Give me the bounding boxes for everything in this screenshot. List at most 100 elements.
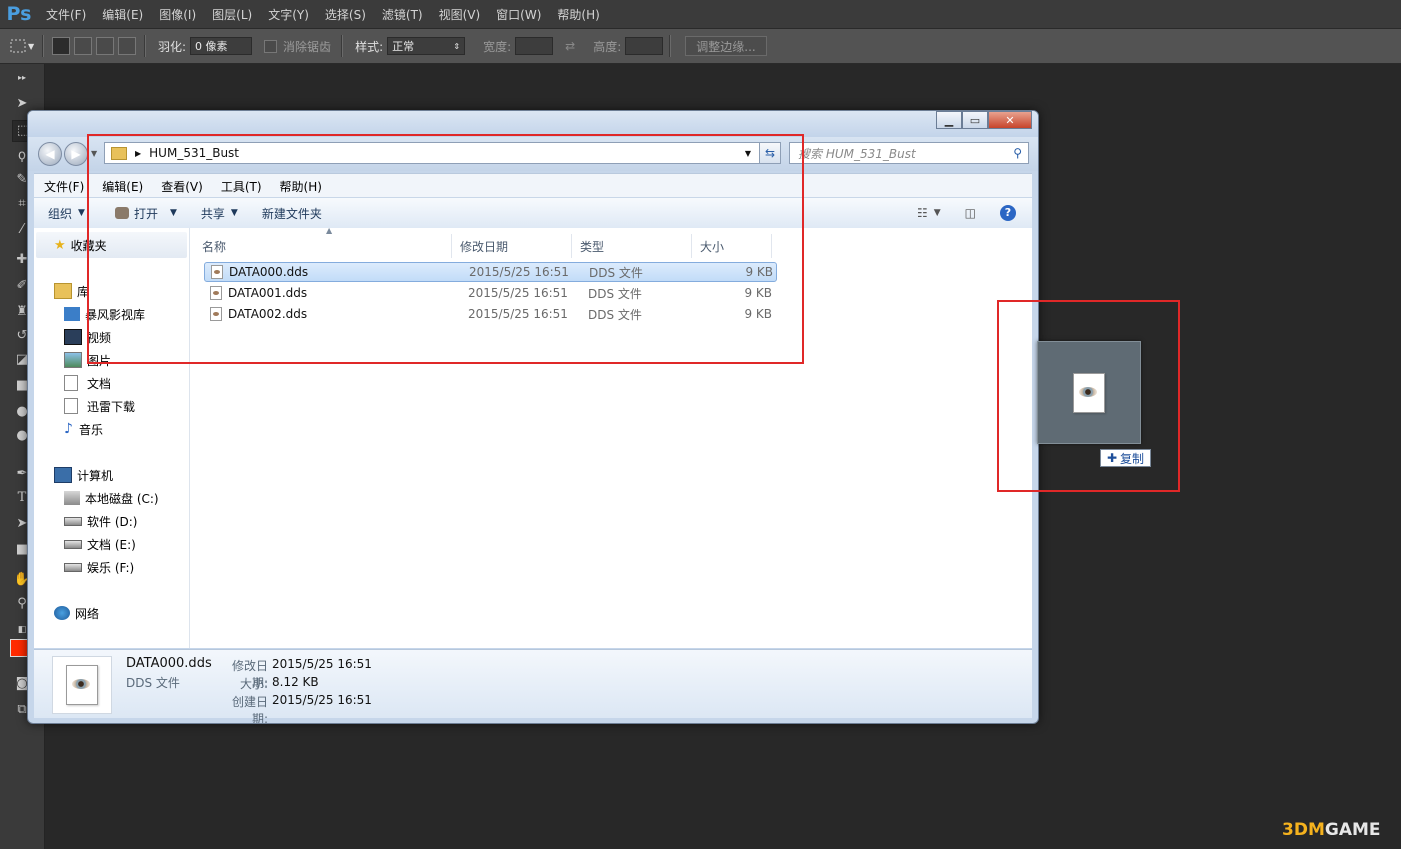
ps-menu-file[interactable]: 文件(F) [38,0,94,28]
pictures-icon [64,352,82,368]
nav-network[interactable]: 网络 [54,603,99,623]
nav-drive[interactable]: 文档 (E:) [64,534,136,554]
search-icon[interactable]: ⚲ [1013,146,1022,160]
collapse-toolbox-icon[interactable]: ▸▸ [12,68,32,88]
height-input[interactable] [625,37,664,55]
eye-icon [1079,386,1097,397]
ps-menu-window[interactable]: 窗口(W) [488,0,549,28]
download-icon [64,398,78,414]
watermark-text: GAME [1324,820,1381,840]
swap-icon[interactable]: ⇄ [565,39,575,53]
details-file-name: DATA000.dds [126,656,212,671]
highlight-box-files [87,134,804,364]
back-icon[interactable]: ◀ [38,142,62,166]
nav-library-item-label: 音乐 [78,422,103,437]
copy-label: 复制 [1120,451,1145,466]
new-selection-icon[interactable] [52,37,70,55]
system-drive-icon [64,491,80,505]
ps-menu-image[interactable]: 图像(I) [151,0,204,28]
maximize-icon[interactable]: ▭ [962,111,988,129]
nav-drive-label: 本地磁盘 (C:) [85,491,159,506]
watermark-logo: 3DM [1282,820,1325,840]
ps-options-bar: ▼ 羽化: 0 像素 消除锯齿 样式: 正常 ⇕ 宽度: ⇄ 高度: 调整边缘.… [0,29,1401,64]
nav-drive[interactable]: 软件 (D:) [64,511,137,531]
organize-label: 组织 [48,206,73,221]
dds-file-icon [1073,372,1105,413]
ps-menu-view[interactable]: 视图(V) [431,0,489,28]
divider [144,35,146,57]
window-controls: ▁ ▭ ✕ [936,111,1032,129]
forward-icon[interactable]: ▶ [64,142,88,166]
refine-edge-button[interactable]: 调整边缘... [685,36,767,56]
select-arrows-icon: ⇕ [453,41,461,51]
music-icon: ♪ [64,421,73,437]
video-icon [64,329,82,345]
divider [341,35,344,57]
ps-menu-layer[interactable]: 图层(L) [204,0,260,28]
nav-drive-label: 娱乐 (F:) [87,560,135,575]
menu-file[interactable]: 文件(F) [34,178,92,195]
ps-menu-select[interactable]: 选择(S) [317,0,374,28]
width-input[interactable] [515,37,554,55]
computer-icon [54,467,72,483]
divider [42,35,44,57]
drive-icon [64,539,82,549]
drive-icon [64,516,82,526]
nav-library-item-label: 文档 [87,376,112,391]
nav-library-item[interactable]: 迅雷下载 [64,396,135,416]
close-icon[interactable]: ✕ [988,111,1032,129]
dds-file-icon [66,665,98,705]
ps-logo[interactable]: Ps [0,0,38,28]
antialias-label: 消除锯齿 [283,39,332,54]
watermark: 3DMGAME [1282,820,1381,840]
subtract-selection-icon[interactable] [96,37,114,55]
style-select[interactable]: 正常 ⇕ [387,37,466,55]
nav-library-item[interactable]: ♪ 音乐 [64,419,103,439]
feather-input[interactable]: 0 像素 [190,37,253,55]
nav-drive[interactable]: 本地磁盘 (C:) [64,488,159,508]
style-label: 样式: [355,39,384,54]
search-placeholder: 搜索 HUM_531_Bust [798,146,916,161]
antialias-checkbox[interactable] [264,39,278,53]
details-pane: DATA000.dds DDS 文件 修改日期: 2015/5/25 16:51… [34,649,1032,723]
chevron-down-icon: ▼ [78,208,85,218]
eye-icon [72,679,90,689]
preview-pane-icon[interactable]: ◫ [953,206,988,220]
nav-library-item[interactable]: 文档 [64,373,111,393]
divider [669,35,672,57]
nav-library[interactable]: 库 [54,281,89,301]
help-icon[interactable]: ? [988,205,1032,221]
nav-computer-label: 计算机 [77,468,114,483]
ps-menu-type[interactable]: 文字(Y) [260,0,317,28]
details-created-label: 创建日期: [231,695,268,724]
nav-drive-label: 文档 (E:) [87,537,136,552]
star-icon: ★ [54,237,66,253]
ps-menu-filter[interactable]: 滤镜(T) [374,0,431,28]
drive-icon [64,562,82,572]
marquee-tool-preset-icon[interactable]: ▼ [10,36,36,56]
nav-network-label: 网络 [75,606,100,621]
details-size-value: 8.12 KB [272,675,319,689]
ps-menubar: Ps 文件(F) 编辑(E) 图像(I) 图层(L) 文字(Y) 选择(S) 滤… [0,0,1401,29]
view-options-icon[interactable]: ☷ ▼ [905,206,953,220]
file-thumbnail [52,656,112,714]
drag-preview [1037,341,1141,444]
search-input[interactable]: 搜索 HUM_531_Bust ⚲ [789,142,1029,164]
media-library-icon [64,307,80,321]
nav-computer[interactable]: 计算机 [54,465,113,485]
plus-icon: ✚ [1106,451,1118,465]
intersect-selection-icon[interactable] [118,37,136,55]
minimize-icon[interactable]: ▁ [936,111,962,129]
library-icon [54,283,72,299]
height-label: 高度: [593,39,622,54]
style-select-value: 正常 [392,40,415,53]
documents-icon [64,375,78,391]
foreground-color-swatch[interactable] [10,639,28,657]
nav-drive[interactable]: 娱乐 (F:) [64,557,134,577]
ps-menu-edit[interactable]: 编辑(E) [94,0,151,28]
network-icon [54,606,70,620]
nav-drive-label: 软件 (D:) [87,514,138,529]
nav-library-item-label: 迅雷下载 [87,399,136,414]
ps-menu-help[interactable]: 帮助(H) [549,0,607,28]
add-selection-icon[interactable] [74,37,92,55]
